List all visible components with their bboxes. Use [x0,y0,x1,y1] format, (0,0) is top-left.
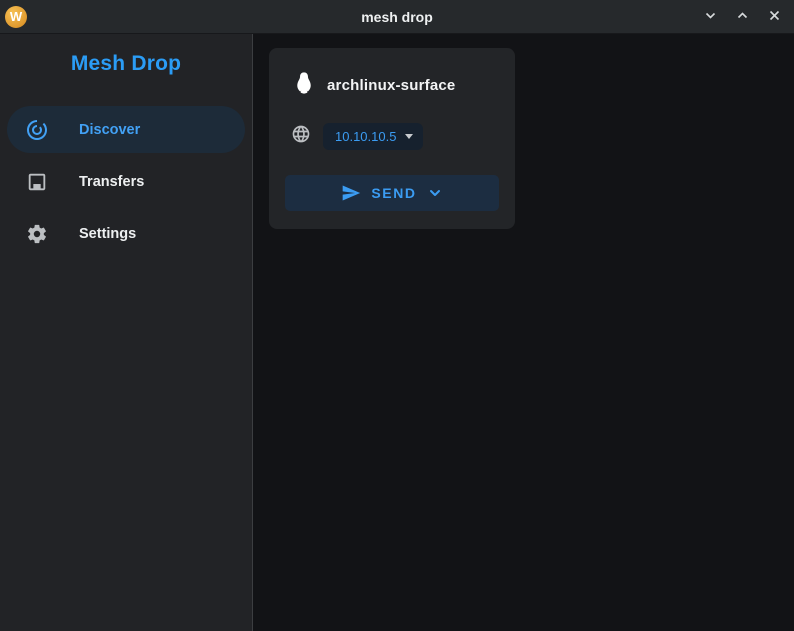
chevron-down-icon [703,8,718,26]
app-logo-icon: W [5,6,27,28]
titlebar: W mesh drop [0,0,794,34]
app-title: Mesh Drop [0,52,252,76]
close-icon [767,8,782,26]
inbox-icon [25,170,49,194]
sidebar: Mesh Drop Discover [0,34,253,631]
send-button[interactable]: SEND [285,175,499,211]
app-window: W mesh drop Mesh Drop [0,0,794,631]
send-icon [341,183,361,203]
maximize-button[interactable] [730,5,754,29]
main-content: archlinux-surface 10.10.10.5 [253,34,794,631]
sidebar-item-label: Settings [79,226,136,242]
window-controls [698,5,794,29]
chevron-up-icon [735,8,750,26]
sidebar-item-transfers[interactable]: Transfers [7,158,245,205]
caret-down-icon [405,134,413,139]
linux-penguin-icon [291,70,317,101]
ip-address-dropdown[interactable]: 10.10.10.5 [323,123,423,150]
device-card: archlinux-surface 10.10.10.5 [269,48,515,229]
app-logo-letter: W [10,9,22,24]
radar-icon [25,118,49,142]
window-title: mesh drop [0,9,794,25]
sidebar-item-discover[interactable]: Discover [7,106,245,153]
close-button[interactable] [762,5,786,29]
device-header: archlinux-surface [291,70,499,101]
device-ip-row: 10.10.10.5 [291,123,499,150]
chevron-down-icon [427,185,443,201]
ip-address-value: 10.10.10.5 [335,129,396,144]
gear-icon [25,222,49,246]
sidebar-item-label: Discover [79,122,140,138]
sidebar-nav: Discover Transfers [0,106,252,257]
sidebar-item-label: Transfers [79,174,144,190]
minimize-button[interactable] [698,5,722,29]
send-button-label: SEND [371,185,416,201]
sidebar-item-settings[interactable]: Settings [7,210,245,257]
globe-icon [291,124,311,149]
device-name: archlinux-surface [327,77,455,94]
